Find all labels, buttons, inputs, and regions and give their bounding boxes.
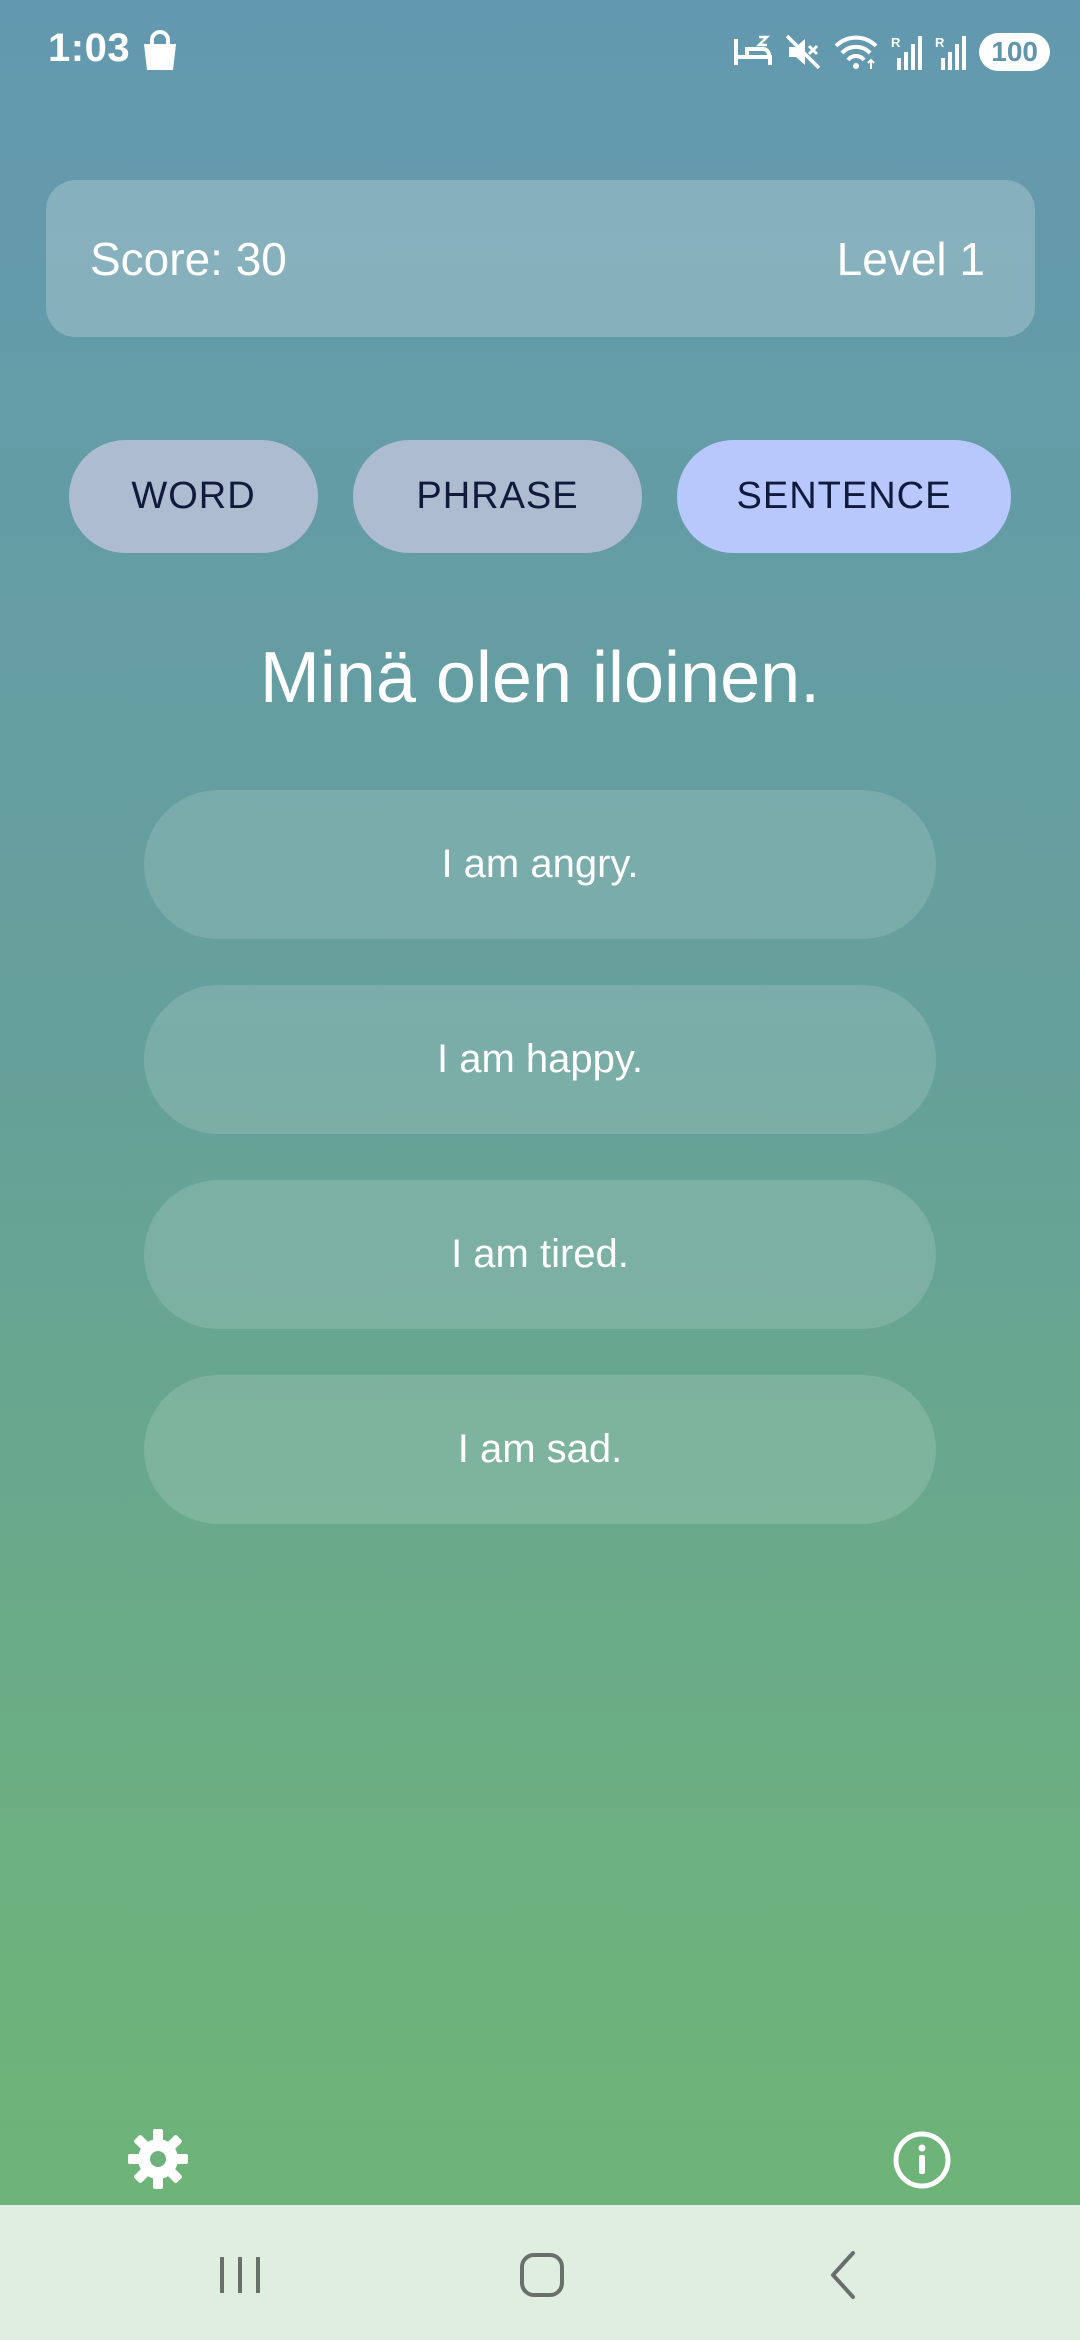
answer-option-button[interactable]: I am happy. xyxy=(144,985,936,1134)
question-text: Minä olen iloinen. xyxy=(259,638,821,718)
status-icons: R R 100 xyxy=(733,30,1050,74)
info-icon[interactable] xyxy=(892,2130,952,2190)
back-icon[interactable] xyxy=(815,2245,875,2305)
status-bar: 1:03 R R 100 xyxy=(0,0,1080,104)
tab-word[interactable]: WORD xyxy=(69,440,318,553)
battery-indicator: 100 xyxy=(979,33,1050,71)
mute-icon xyxy=(786,34,821,70)
answer-option-button[interactable]: I am angry. xyxy=(144,790,936,939)
tab-sentence[interactable]: SENTENCE xyxy=(677,440,1011,553)
svg-text:R: R xyxy=(935,35,945,50)
shopping-bag-icon xyxy=(144,30,176,70)
score-label: Score: 30 xyxy=(90,232,287,285)
status-time: 1:03 xyxy=(48,26,131,70)
navigation-bar xyxy=(0,2205,1080,2340)
answer-option-button[interactable]: I am tired. xyxy=(144,1180,936,1329)
sleep-mode-icon xyxy=(734,35,773,65)
score-card: Score: 30 Level 1 xyxy=(46,180,1035,337)
svg-text:R: R xyxy=(891,35,901,50)
answer-option-button[interactable]: I am sad. xyxy=(144,1375,936,1524)
signal-icon-1: R xyxy=(891,35,923,70)
wifi-icon xyxy=(834,35,878,69)
tab-phrase[interactable]: PHRASE xyxy=(353,440,642,553)
level-label: Level 1 xyxy=(836,232,985,285)
signal-icon-2: R xyxy=(935,35,967,70)
home-icon[interactable] xyxy=(512,2245,572,2305)
recents-icon[interactable] xyxy=(210,2245,270,2305)
gear-icon[interactable] xyxy=(126,2127,190,2191)
